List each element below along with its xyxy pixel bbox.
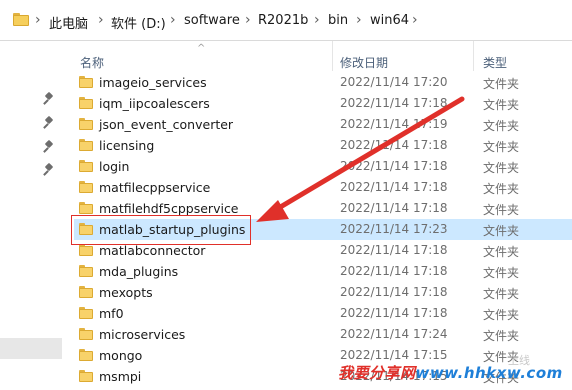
file-name: imageio_services: [99, 75, 207, 90]
file-type: 文件夹: [483, 140, 520, 154]
file-name: mongo: [99, 348, 143, 363]
annotation-highlight-box: [71, 215, 251, 245]
chevron-right-icon[interactable]: ›: [356, 12, 362, 28]
folder-icon: [79, 244, 93, 256]
file-type: 文件夹: [483, 203, 520, 217]
file-type: 文件夹: [483, 224, 520, 238]
folder-icon: [79, 160, 93, 172]
column-type-header[interactable]: 类型: [483, 54, 507, 71]
folder-icon: [79, 97, 93, 109]
file-modified-date: 2022/11/14 17:15: [340, 348, 448, 362]
file-modified-date: 2022/11/14 17:20: [340, 75, 448, 89]
file-type: 文件夹: [483, 161, 520, 175]
file-modified-date: 2022/11/14 17:18: [340, 264, 448, 278]
watermark-text: 我要分享网: [338, 364, 416, 382]
chevron-right-icon[interactable]: ›: [245, 12, 251, 28]
breadcrumb-bin[interactable]: bin: [328, 13, 348, 28]
file-name: iqm_iipcoalescers: [99, 96, 210, 111]
file-modified-date: 2022/11/14 17:18: [340, 159, 448, 173]
column-modified-header[interactable]: 修改日期: [340, 54, 388, 71]
file-type: 文件夹: [483, 77, 520, 91]
breadcrumb-win64[interactable]: win64: [370, 13, 409, 28]
table-row[interactable]: matfilecppservice 2022/11/14 17:18 文件夹: [74, 177, 572, 198]
file-modified-date: 2022/11/14 17:18: [340, 201, 448, 215]
folder-icon: [79, 328, 93, 340]
file-name: matlabconnector: [99, 243, 206, 258]
chevron-right-icon[interactable]: ›: [98, 12, 104, 28]
pin-icon[interactable]: [43, 115, 54, 129]
pin-icon[interactable]: [43, 139, 54, 153]
address-bar[interactable]: › 此电脑 › 软件 (D:) › software › R2021b › bi…: [0, 0, 572, 41]
table-row[interactable]: mda_plugins 2022/11/14 17:18 文件夹: [74, 261, 572, 282]
file-name: licensing: [99, 138, 155, 153]
file-type: 文件夹: [483, 182, 520, 196]
table-row[interactable]: imageio_services 2022/11/14 17:20 文件夹: [74, 72, 572, 93]
chevron-right-icon[interactable]: ›: [35, 12, 41, 28]
folder-icon: [79, 76, 93, 88]
file-modified-date: 2022/11/14 17:18: [340, 243, 448, 257]
file-modified-date: 2022/11/14 17:18: [340, 96, 448, 110]
sort-ascending-icon: ^: [197, 43, 206, 54]
folder-icon: [79, 181, 93, 193]
pin-icon[interactable]: [43, 91, 54, 105]
table-row[interactable]: json_event_converter 2022/11/14 17:19 文件夹: [74, 114, 572, 135]
chevron-right-icon[interactable]: ›: [170, 12, 176, 28]
file-name: msmpi: [99, 369, 142, 384]
table-row[interactable]: licensing 2022/11/14 17:18 文件夹: [74, 135, 572, 156]
file-type: 文件夹: [483, 266, 520, 280]
column-divider[interactable]: [473, 41, 474, 71]
file-modified-date: 2022/11/14 17:24: [340, 327, 448, 341]
table-row[interactable]: iqm_iipcoalescers 2022/11/14 17:18 文件夹: [74, 93, 572, 114]
breadcrumb-this-pc[interactable]: 此电脑: [49, 13, 88, 32]
breadcrumb-r2021b[interactable]: R2021b: [258, 13, 308, 28]
file-name: mexopts: [99, 285, 153, 300]
chevron-right-icon[interactable]: ›: [412, 12, 418, 28]
folder-icon: [79, 370, 93, 382]
file-modified-date: 2022/11/14 17:18: [340, 306, 448, 320]
watermark-url: www.hhkxw.com: [415, 364, 563, 382]
file-modified-date: 2022/11/14 17:23: [340, 222, 448, 236]
file-modified-date: 2022/11/14 17:18: [340, 285, 448, 299]
pin-icon[interactable]: [43, 162, 54, 176]
file-type: 文件夹: [483, 245, 520, 259]
folder-icon: [79, 118, 93, 130]
column-divider[interactable]: [332, 41, 333, 71]
file-modified-date: 2022/11/14 17:18: [340, 180, 448, 194]
file-type: 文件夹: [483, 287, 520, 301]
file-modified-date: 2022/11/14 17:18: [340, 138, 448, 152]
table-row[interactable]: microservices 2022/11/14 17:24 文件夹: [74, 324, 572, 345]
folder-icon: [79, 286, 93, 298]
file-name: login: [99, 159, 130, 174]
navigation-pane[interactable]: [0, 41, 62, 390]
table-row[interactable]: login 2022/11/14 17:18 文件夹: [74, 156, 572, 177]
folder-icon: [79, 307, 93, 319]
table-row[interactable]: mf0 2022/11/14 17:18 文件夹: [74, 303, 572, 324]
column-name-header[interactable]: 名称: [80, 54, 104, 71]
folder-icon: [79, 139, 93, 151]
folder-icon: [79, 265, 93, 277]
folder-icon: [79, 349, 93, 361]
nav-selected-item[interactable]: [0, 338, 62, 359]
file-type: 文件夹: [483, 308, 520, 322]
file-name: json_event_converter: [99, 117, 234, 132]
watermark: 我要分享网www.hhkxw.com: [338, 362, 563, 383]
chevron-right-icon[interactable]: ›: [314, 12, 320, 28]
file-name: microservices: [99, 327, 186, 342]
file-modified-date: 2022/11/14 17:19: [340, 117, 448, 131]
file-name: mf0: [99, 306, 124, 321]
folder-icon: [13, 13, 29, 26]
column-header: 名称 修改日期 类型: [0, 41, 572, 72]
file-type: 文件夹: [483, 119, 520, 133]
file-name: matfilehdf5cppservice: [99, 201, 239, 216]
file-name: matfilecppservice: [99, 180, 211, 195]
breadcrumb-software[interactable]: software: [184, 13, 240, 28]
folder-icon: [79, 202, 93, 214]
table-row[interactable]: mexopts 2022/11/14 17:18 文件夹: [74, 282, 572, 303]
file-type: 文件夹: [483, 98, 520, 112]
file-type: 文件夹: [483, 329, 520, 343]
file-name: mda_plugins: [99, 264, 179, 279]
breadcrumb-drive-d[interactable]: 软件 (D:): [111, 13, 166, 32]
